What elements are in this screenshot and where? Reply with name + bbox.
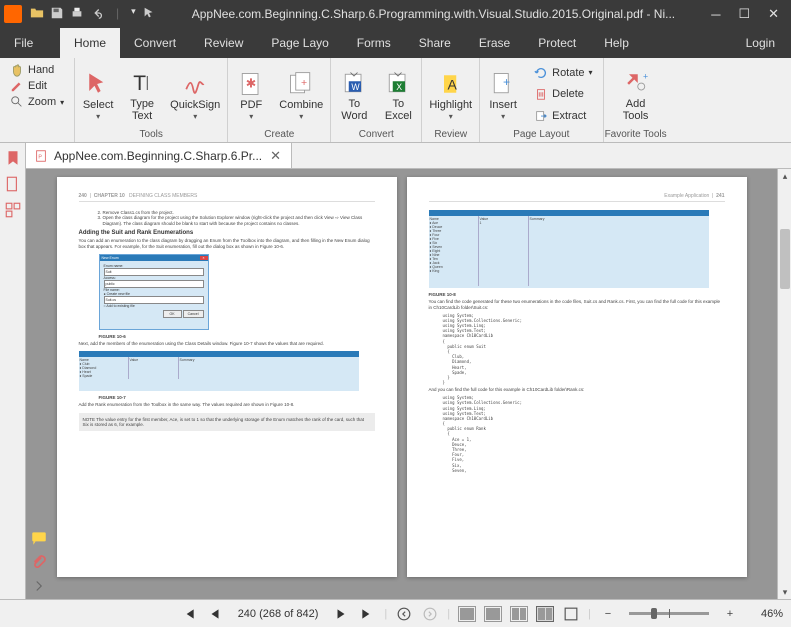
svg-text:T: T [133, 72, 146, 95]
group-favorite-label: Favorite Tools [605, 129, 667, 140]
add-tools-button[interactable]: +Add Tools [614, 60, 658, 129]
zoom-tool[interactable]: Zoom ▾ [7, 94, 67, 110]
prev-view-button[interactable] [395, 605, 413, 623]
extract-button[interactable]: Extract [531, 108, 595, 124]
to-excel-button[interactable]: XTo Excel [376, 60, 420, 129]
menu-review[interactable]: Review [190, 28, 257, 58]
document-tab[interactable]: P AppNee.com.Beginning.C.Sharp.6.Pr... ✕ [26, 143, 292, 168]
svg-text:A: A [447, 77, 457, 93]
zoom-level[interactable]: 46% [747, 608, 783, 620]
svg-text:+: + [643, 71, 648, 81]
svg-text:+: + [301, 77, 307, 89]
prev-page-button[interactable] [206, 605, 224, 623]
menu-protect[interactable]: Protect [524, 28, 590, 58]
menu-forms[interactable]: Forms [343, 28, 405, 58]
group-create-label: Create [264, 129, 294, 140]
print-icon[interactable] [70, 6, 84, 23]
group-tools-label: Tools [140, 129, 163, 140]
svg-text:W: W [352, 82, 361, 92]
menu-page-layout[interactable]: Page Layo [257, 28, 342, 58]
pages-tab[interactable] [4, 175, 22, 193]
vertical-scrollbar[interactable]: ▴ ▾ [777, 169, 791, 599]
window-title: AppNee.com.Beginning.C.Sharp.6.Programmi… [156, 7, 712, 21]
app-logo [4, 5, 22, 23]
minimize-button[interactable]: ─ [711, 7, 720, 22]
edit-tool[interactable]: Edit [7, 78, 67, 94]
insert-button[interactable]: +Insert▾ [481, 60, 525, 129]
svg-text:✱: ✱ [246, 77, 256, 91]
zoom-out-button[interactable]: − [599, 605, 617, 623]
menu-help[interactable]: Help [590, 28, 643, 58]
page-number[interactable]: 240 (268 of 842) [232, 608, 325, 620]
pointer-tool-icon[interactable] [142, 6, 156, 23]
last-page-button[interactable] [358, 605, 376, 623]
quicksign-button[interactable]: QuickSign▾ [164, 60, 226, 129]
highlight-button[interactable]: AHighlight▾ [423, 60, 478, 129]
type-text-button[interactable]: TType Text [120, 60, 164, 129]
svg-text:+: + [503, 75, 510, 89]
page-view[interactable]: 240 | CHAPTER 10 DEFINING CLASS MEMBERS … [26, 169, 777, 599]
svg-text:P: P [38, 154, 42, 160]
view-continuous[interactable] [484, 606, 502, 622]
rotate-button[interactable]: Rotate ▾ [531, 65, 595, 81]
document-tab-label: AppNee.com.Beginning.C.Sharp.6.Pr... [54, 149, 262, 163]
fullscreen-button[interactable] [562, 605, 580, 623]
svg-text:X: X [397, 82, 403, 92]
zoom-slider[interactable] [629, 612, 709, 615]
menu-share[interactable]: Share [405, 28, 465, 58]
combine-button[interactable]: +Combine▾ [273, 60, 329, 129]
hand-tool[interactable]: Hand [7, 62, 67, 78]
expand-panel-icon[interactable] [30, 577, 48, 595]
view-facing[interactable] [536, 606, 554, 622]
maximize-button[interactable]: ☐ [738, 6, 750, 22]
watermark: APPNEE.COM [607, 542, 747, 563]
menu-erase[interactable]: Erase [465, 28, 524, 58]
page-right: Example Application | 241 Name♦ Ace♦ Deu… [407, 177, 747, 577]
pdf-button[interactable]: ✱PDF▾ [229, 60, 273, 129]
comments-panel-icon[interactable] [30, 529, 48, 547]
undo-icon[interactable] [90, 6, 104, 23]
scrollbar-thumb[interactable] [780, 229, 790, 289]
view-facing-cont[interactable] [510, 606, 528, 622]
group-page-layout-label: Page Layout [513, 129, 569, 140]
select-button[interactable]: Select▾ [76, 60, 120, 129]
dropdown-icon[interactable]: ▾ [131, 6, 136, 23]
view-single[interactable] [458, 606, 476, 622]
attachments-panel-icon[interactable] [30, 553, 48, 571]
close-button[interactable]: ✕ [768, 6, 779, 22]
save-icon[interactable] [50, 6, 64, 23]
menu-file[interactable]: File [0, 28, 60, 58]
menu-convert[interactable]: Convert [120, 28, 190, 58]
login-link[interactable]: Login [746, 28, 791, 58]
pdf-icon: P [34, 149, 48, 163]
first-page-button[interactable] [180, 605, 198, 623]
to-word-button[interactable]: WTo Word [332, 60, 376, 129]
group-review-label: Review [434, 129, 467, 140]
bookmarks-tab[interactable] [4, 149, 22, 167]
zoom-in-button[interactable]: + [721, 605, 739, 623]
group-convert-label: Convert [359, 129, 394, 140]
next-view-button[interactable] [421, 605, 439, 623]
menu-home[interactable]: Home [60, 28, 120, 58]
delete-button[interactable]: Delete [531, 86, 595, 102]
close-tab-button[interactable]: ✕ [268, 148, 283, 164]
open-icon[interactable] [30, 6, 44, 23]
thumbs-tab[interactable] [4, 201, 22, 219]
next-page-button[interactable] [332, 605, 350, 623]
page-left: 240 | CHAPTER 10 DEFINING CLASS MEMBERS … [57, 177, 397, 577]
